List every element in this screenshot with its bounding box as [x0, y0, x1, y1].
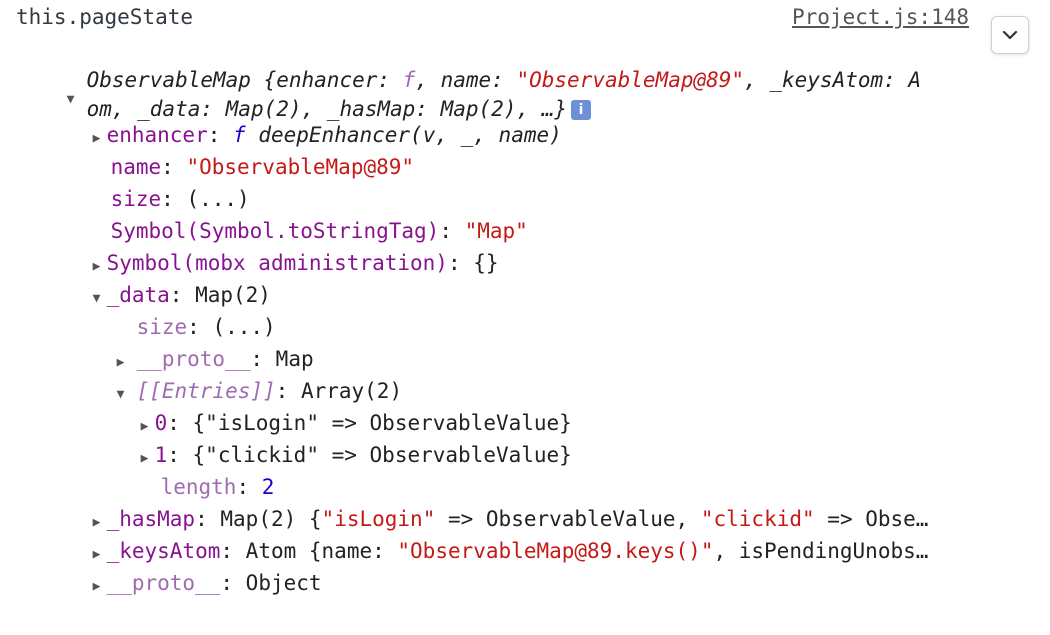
prop-data-size[interactable]: size: (...) — [86, 279, 276, 339]
console-expression: this.pageState — [16, 5, 194, 29]
prop-value-string: "ObservableMap@89.keys()" — [397, 539, 714, 563]
prop-name: name: "ObservableMap@89" — [60, 119, 414, 179]
collapse-triangle-icon[interactable]: ▶ — [93, 571, 107, 603]
prop-value: Object — [245, 571, 322, 595]
entry-row[interactable]: ▶ 0: {"isLogin" => ObservableValue} — [90, 375, 572, 435]
prop-hasmap[interactable]: ▶ _hasMap: Map(2) {"isLogin" => Observabl… — [42, 471, 929, 531]
prop-key: __proto__ — [106, 571, 221, 595]
prop-tostringtag: Symbol(Symbol.toStringTag): "Map" — [60, 183, 528, 243]
prop-length: length: 2 — [110, 439, 275, 499]
prop-value: {} — [473, 251, 499, 275]
info-icon[interactable]: i — [571, 100, 592, 120]
summary-text: , _keysAtom: A — [744, 68, 922, 92]
prop-enhancer[interactable]: ▶ enhancer: f deepEnhancer(v, _, name) — [42, 87, 562, 147]
prop-mobx-admin[interactable]: ▶ Symbol(mobx administration): {} — [42, 215, 499, 275]
prop-entries[interactable]: ▼ [[Entries]]: Array(2) — [66, 343, 403, 403]
chevron-down-icon — [1002, 30, 1018, 40]
console-menu-button[interactable] — [991, 16, 1029, 54]
prop-data-proto[interactable]: ▶ __proto__: Map — [66, 311, 314, 371]
prop-value: , isPendingUnobs… — [713, 539, 929, 563]
prop-sep: : — [447, 251, 474, 275]
prop-data[interactable]: ▼ _data: Map(2) — [42, 247, 271, 307]
object-summary[interactable]: ▼ObservableMap {enhancer: f, name: "Obse… — [16, 32, 922, 107]
prop-proto[interactable]: ▶ __proto__: Object — [42, 535, 322, 595]
prop-sep: : — [220, 571, 246, 595]
prop-size[interactable]: size: (...) — [60, 151, 250, 211]
devtools-console: this.pageState Project.js:148 ▼Observabl… — [0, 0, 1050, 595]
entry-row[interactable]: ▶ 1: {"clickid" => ObservableValue} — [90, 407, 572, 467]
prop-keysatom[interactable]: ▶ _keysAtom: Atom {name: "ObservableMap@8… — [42, 503, 929, 563]
source-link[interactable]: Project.js:148 — [792, 2, 969, 32]
